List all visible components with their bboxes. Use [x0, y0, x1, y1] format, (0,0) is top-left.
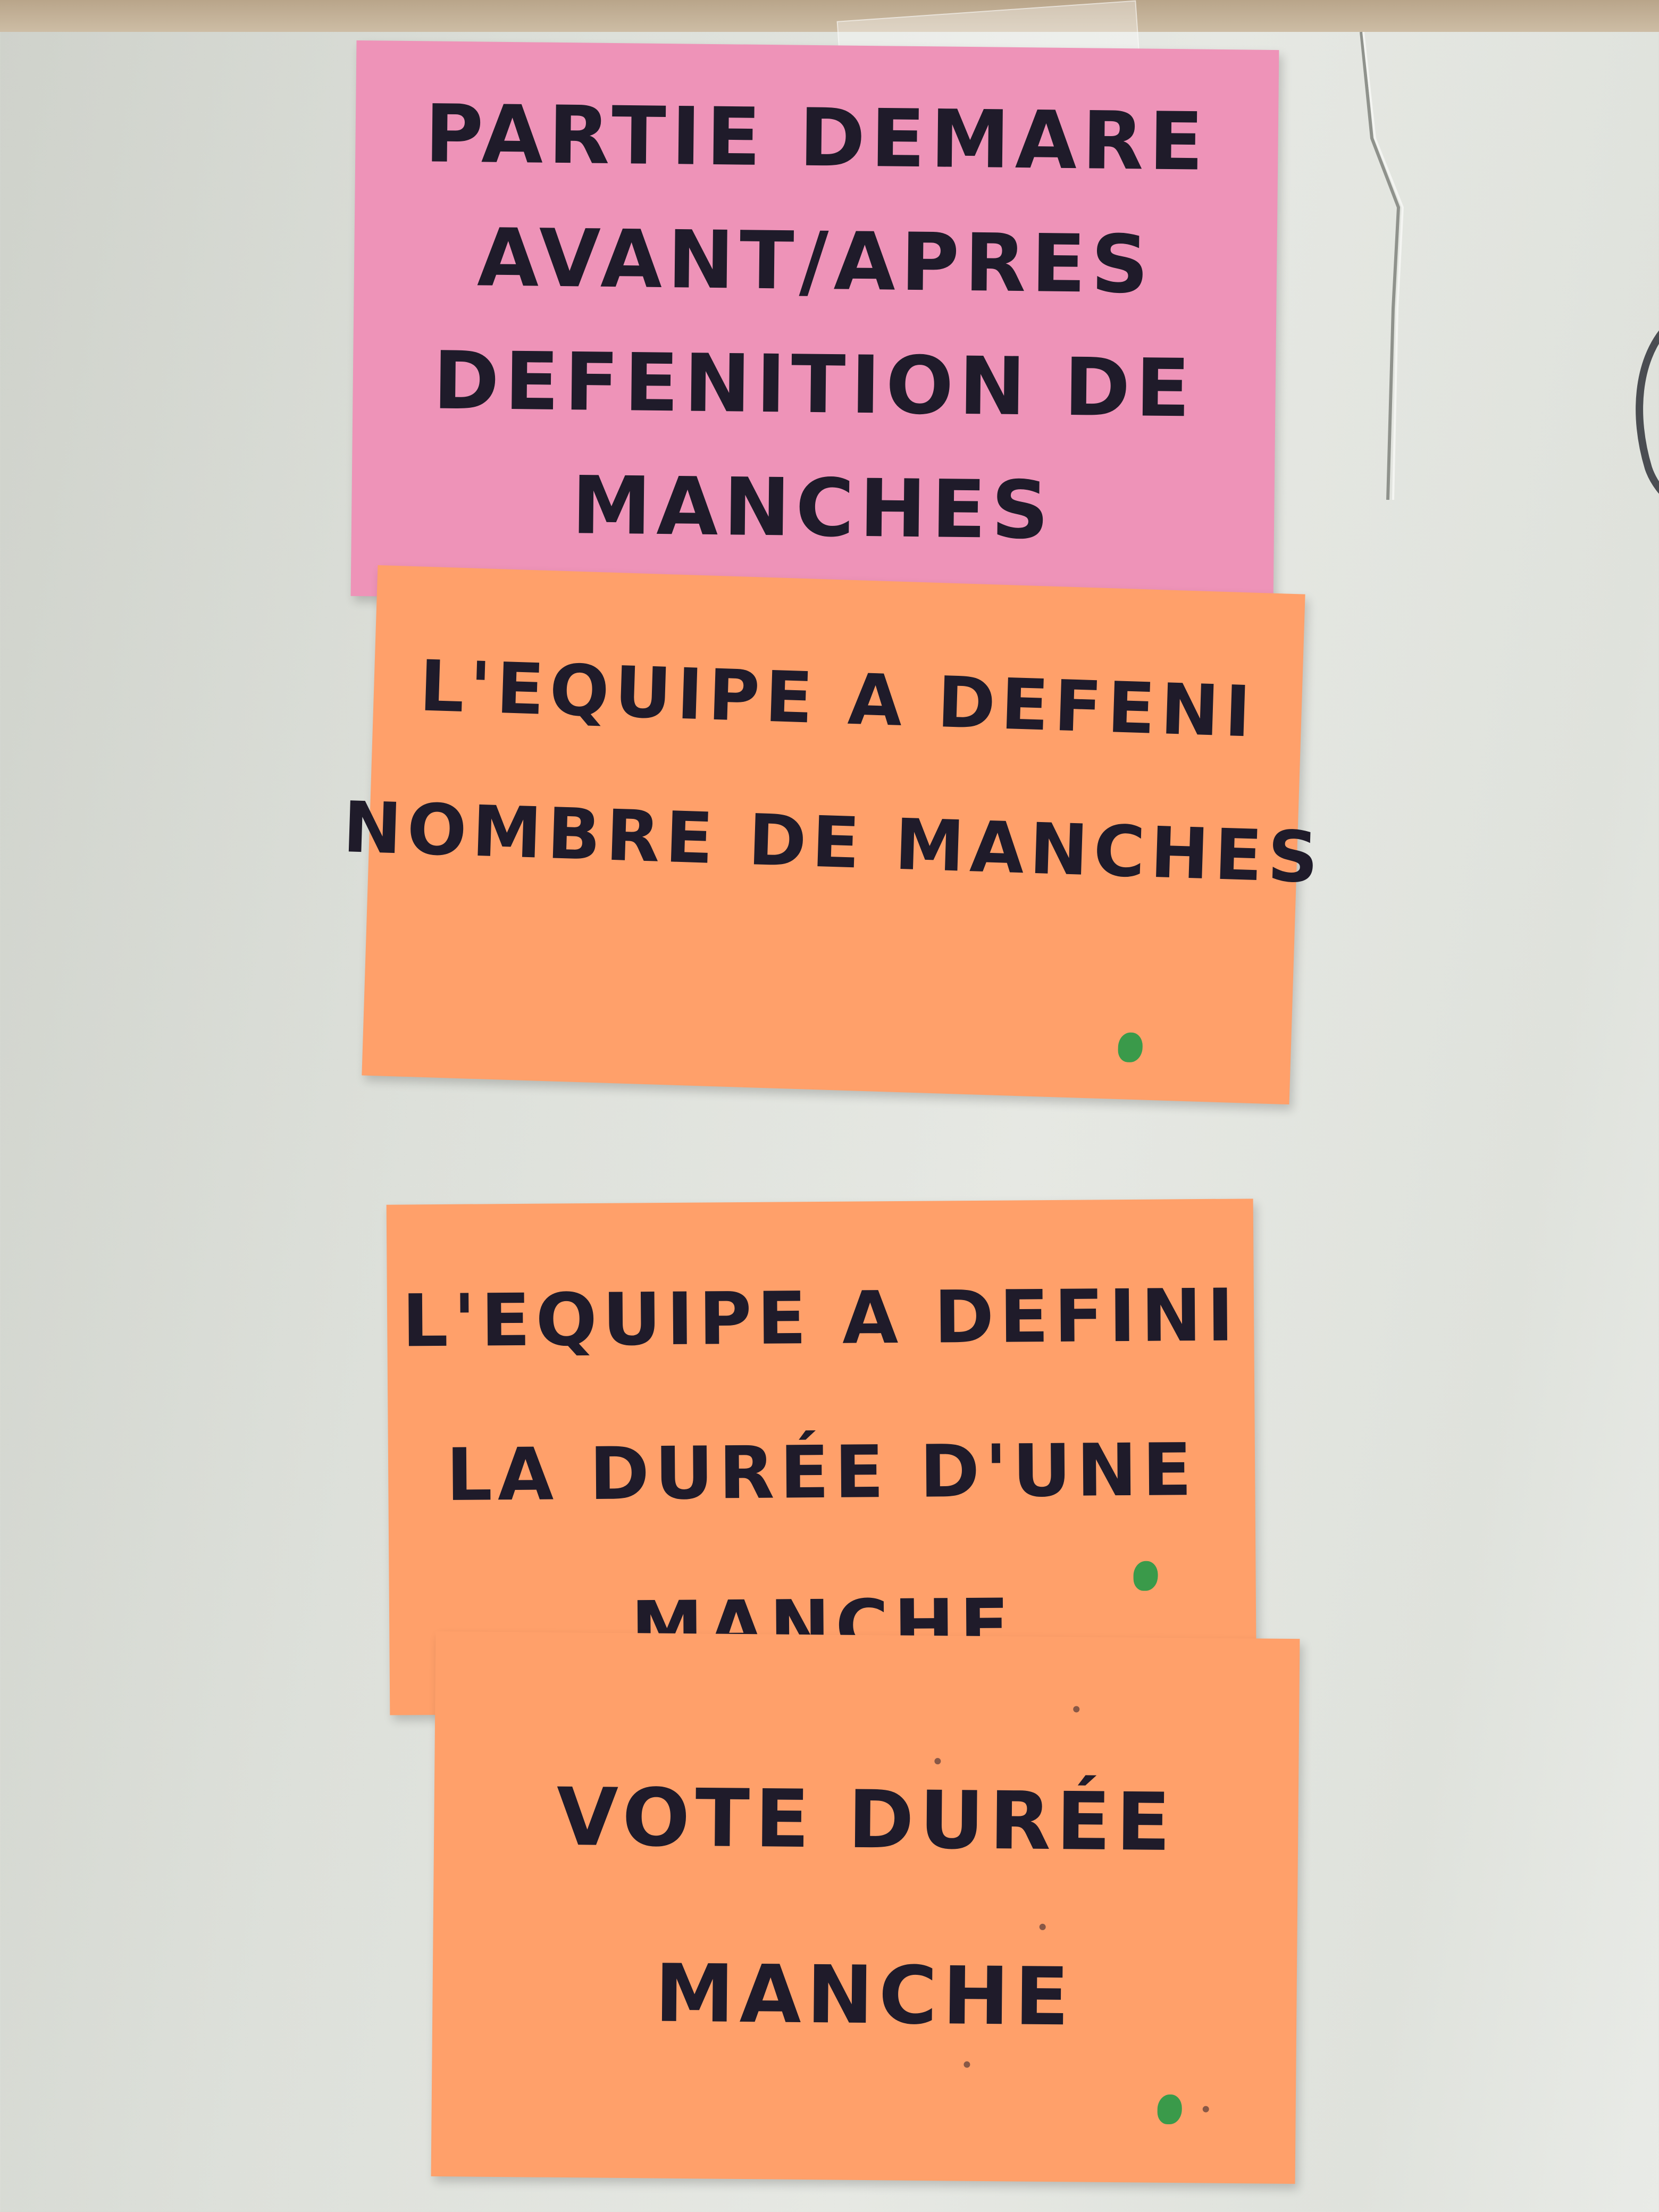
note-text-line: L'EQUIPE A DEFENI	[418, 645, 1258, 753]
note-text-line: MANCHES	[571, 459, 1055, 557]
sticky-note: PARTIE DEMARE AVANT/APRES DEFENITION DE …	[350, 40, 1279, 606]
ink-speck	[963, 2061, 970, 2068]
green-dot-marker	[1157, 2094, 1182, 2125]
note-text-line: NOMBRE DE MANCHES	[341, 786, 1325, 899]
note-text-line: DEFENITION DE	[432, 334, 1196, 435]
ink-speck	[1039, 1923, 1046, 1930]
green-dot-marker	[1133, 1561, 1158, 1591]
cable	[1636, 330, 1659, 494]
ink-speck	[1073, 1706, 1080, 1713]
note-text-line: PARTIE DEMARE	[424, 87, 1210, 189]
paper-crease	[1360, 32, 1404, 500]
note-text-line: L'EQUIPE A DEFINI	[401, 1273, 1239, 1364]
green-dot-marker	[1117, 1032, 1143, 1063]
note-text-line: LA DURÉE D'UNE	[446, 1428, 1197, 1518]
note-text-line: AVANT/APRES	[476, 211, 1154, 312]
ink-speck	[1202, 2106, 1209, 2113]
note-text-line: VOTE DURÉE	[556, 1771, 1177, 1869]
sticky-note: L'EQUIPE A DEFENI NOMBRE DE MANCHES	[342, 565, 1325, 1105]
ink-speck	[934, 1758, 941, 1765]
wall-top-edge	[0, 0, 1659, 32]
note-text-line: MANCHE	[654, 1947, 1075, 2043]
sticky-note: VOTE DURÉE MANCHE	[431, 1631, 1300, 2184]
